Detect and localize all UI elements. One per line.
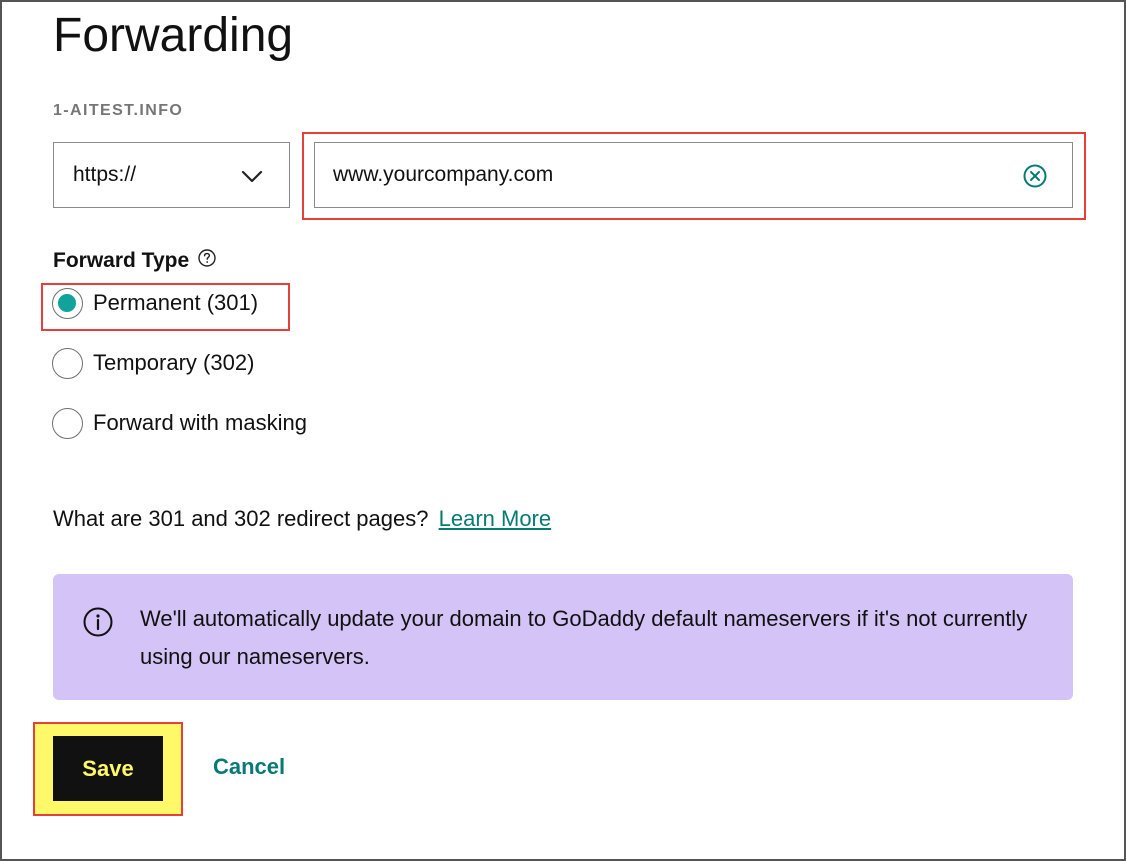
info-banner-text: We'll automatically update your domain t… — [140, 606, 1028, 669]
radio-option-permanent[interactable]: Permanent (301) — [52, 287, 258, 319]
redirect-help-question: What are 301 and 302 redirect pages? — [53, 506, 429, 531]
forward-url-input[interactable] — [315, 143, 1005, 207]
url-input-container — [314, 142, 1073, 208]
chevron-down-icon — [241, 170, 263, 183]
radio-button[interactable] — [52, 347, 83, 379]
radio-option-label: Forward with masking — [93, 410, 307, 435]
clear-circle-icon — [1023, 164, 1047, 188]
cancel-button[interactable]: Cancel — [213, 754, 285, 780]
forward-type-label: Forward Type — [53, 249, 217, 273]
nameserver-info-banner: We'll automatically update your domain t… — [53, 574, 1073, 700]
learn-more-link[interactable]: Learn More — [439, 506, 552, 531]
radio-option-temporary[interactable]: Temporary (302) — [52, 347, 254, 379]
forward-type-label-text: Forward Type — [53, 249, 190, 272]
radio-button[interactable] — [52, 407, 83, 439]
radio-option-label: Temporary (302) — [93, 350, 255, 375]
help-icon[interactable] — [197, 248, 217, 268]
protocol-select[interactable]: https:// — [53, 142, 290, 208]
domain-name-label: 1-AITEST.INFO — [53, 102, 184, 119]
radio-option-label: Permanent (301) — [93, 290, 259, 315]
radio-option-masking[interactable]: Forward with masking — [52, 407, 307, 439]
redirect-help-text: What are 301 and 302 redirect pages? Lea… — [53, 506, 551, 532]
save-button[interactable]: Save — [53, 736, 163, 801]
radio-button-checked[interactable] — [52, 287, 83, 319]
protocol-select-value: https:// — [73, 163, 137, 186]
clear-input-button[interactable] — [1022, 163, 1048, 189]
page-title: Forwarding — [53, 9, 294, 62]
info-icon — [83, 607, 113, 637]
